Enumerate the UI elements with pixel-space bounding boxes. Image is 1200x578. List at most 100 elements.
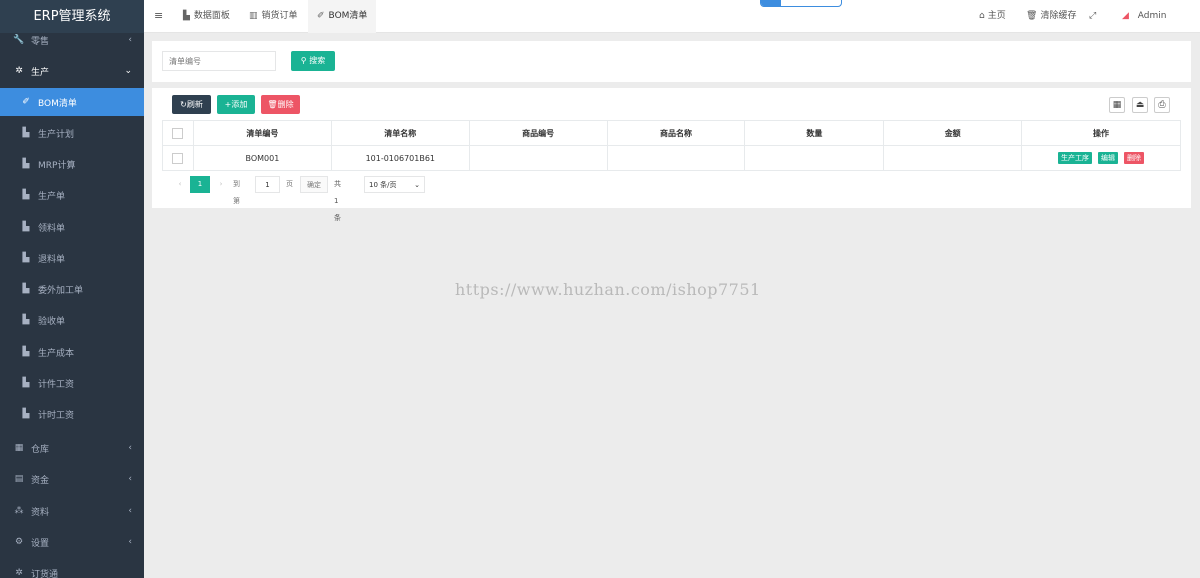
chevron-left-icon: ‹ — [128, 506, 132, 516]
tab-label: 数据面板 — [193, 11, 230, 21]
sidebar-item[interactable]: ▙ 生产成本 — [0, 338, 144, 366]
cell-name: 101-0106701B61 — [330, 145, 470, 171]
tab-sales-orders[interactable]: ▥ 销货订单 — [240, 0, 307, 33]
sidebar-item-label: 计件工资 — [38, 379, 75, 390]
top-indicator — [760, 0, 842, 7]
fullscreen-button[interactable]: ⤢ — [1089, 0, 1099, 33]
sidebar-item[interactable]: ▙ 生产计划 — [0, 119, 144, 147]
area-chart-icon: ▙ — [22, 128, 30, 138]
sidebar-item[interactable]: ✐ BOM清单 — [0, 88, 144, 116]
sidebar-item[interactable]: ▙ 计时工资 — [0, 400, 144, 428]
cell-amount — [883, 145, 1023, 171]
sidebar-item-label: 资料 — [31, 507, 50, 518]
edit-button[interactable]: 编辑 — [1098, 152, 1119, 164]
sidebar-item[interactable]: ▦ 仓库 ‹ — [0, 434, 144, 462]
sidebar-item-label: 订货通 — [31, 569, 59, 578]
wrench-icon: 🔧 — [13, 35, 25, 45]
area-chart-icon: ▙ — [22, 347, 30, 357]
column-header[interactable]: 清单名称 — [330, 120, 470, 146]
production-process-button[interactable]: 生产工序 — [1058, 152, 1093, 164]
select-all-checkbox[interactable] — [172, 127, 184, 139]
next-page-button[interactable]: › — [213, 176, 229, 193]
column-header[interactable]: 商品编号 — [468, 120, 608, 146]
home-label: 主页 — [987, 11, 1006, 21]
user-menu[interactable]: ◢ Admin — [1122, 0, 1166, 33]
add-label: 添加 — [231, 100, 248, 109]
sidebar-item[interactable]: ▙ 领料单 — [0, 213, 144, 241]
sidebar-item[interactable]: ▙ 退料单 — [0, 244, 144, 272]
sidebar-item-label: 领料单 — [38, 223, 66, 234]
sidebar-item[interactable]: ⚙ 设置 ‹ — [0, 528, 144, 556]
refresh-label: 刷新 — [186, 100, 203, 109]
area-chart-icon: ▙ — [22, 409, 30, 419]
area-chart-icon: ▙ — [22, 222, 30, 232]
sidebar-item[interactable]: ▙ 验收单 — [0, 306, 144, 334]
sidebar-item[interactable]: ▤ 资金 ‹ — [0, 465, 144, 493]
print-icon: ⎙ — [1158, 100, 1166, 110]
total-count: 共 1 条 — [334, 180, 341, 222]
search-button[interactable]: ⚲ 搜索 — [291, 51, 335, 71]
user-name: Admin — [1137, 11, 1167, 21]
column-header[interactable]: 数量 — [744, 120, 885, 146]
search-button-label: 搜索 — [309, 56, 326, 65]
add-button[interactable]: +添加 — [217, 95, 255, 114]
row-select-cell[interactable] — [162, 145, 194, 171]
sidebar-item-label: 验收单 — [38, 316, 66, 327]
delete-button[interactable]: 🗑删除 — [261, 95, 300, 114]
search-icon: ⚲ — [300, 56, 307, 65]
page-size-select[interactable]: 10 条/页 ⌄ — [364, 176, 425, 193]
sidebar-item[interactable]: ▙ 委外加工单 — [0, 275, 144, 303]
prev-page-button[interactable]: ‹ — [172, 176, 188, 193]
home-link[interactable]: ⌂ 主页 — [979, 0, 1006, 33]
eraser-icon: ✐ — [317, 11, 325, 21]
column-header[interactable]: 商品名称 — [606, 120, 746, 146]
select-all-cell[interactable] — [162, 120, 194, 146]
area-chart-icon: ▙ — [22, 159, 30, 169]
sidebar-item[interactable]: ▙ MRP计算 — [0, 150, 144, 178]
columns-toggle-button[interactable]: ▦ — [1109, 97, 1125, 113]
current-page-button[interactable]: 1 — [190, 176, 210, 193]
columns-icon: ▦ — [1112, 100, 1122, 110]
area-chart-icon: ▙ — [22, 378, 30, 388]
sidebar-item-label: MRP计算 — [38, 160, 76, 171]
export-button[interactable]: ⏏ — [1132, 97, 1148, 113]
search-input[interactable] — [162, 51, 276, 71]
sidebar-item[interactable]: 🔧 零售 ‹ — [0, 26, 144, 54]
sidebar-item[interactable]: ✲ 订货通 — [0, 559, 144, 578]
refresh-icon: ↻ — [180, 100, 187, 109]
print-button[interactable]: ⎙ — [1154, 97, 1170, 113]
refresh-button[interactable]: ↻刷新 — [172, 95, 211, 114]
sidebar-item[interactable]: ⁂ 资料 ‹ — [0, 497, 144, 525]
clear-cache-button[interactable]: 🗑 清除缓存 — [1026, 0, 1076, 33]
column-header[interactable]: 金额 — [883, 120, 1023, 146]
chevron-left-icon: ‹ — [128, 35, 132, 45]
tab-bom-list[interactable]: ✐ BOM清单 — [308, 0, 377, 33]
menu-toggle-icon[interactable]: ≡ — [154, 9, 163, 22]
row-delete-button[interactable]: 删除 — [1124, 152, 1145, 164]
cell-qty — [744, 145, 885, 171]
page-unit-label: 页 — [286, 180, 293, 188]
tab-dashboard[interactable]: ▙ 数据面板 — [174, 0, 239, 33]
sidebar-item[interactable]: ▙ 计件工资 — [0, 369, 144, 397]
column-header[interactable]: 清单编号 — [192, 120, 332, 146]
page-number-input[interactable]: 1 — [255, 176, 280, 193]
row-checkbox[interactable] — [172, 152, 184, 164]
user-icon: ◢ — [1122, 11, 1129, 21]
sidebar-item-label: 生产单 — [38, 191, 66, 202]
goto-label: 到第 — [233, 180, 240, 205]
building-icon: ▦ — [14, 443, 24, 453]
table-row[interactable]: BOM001 101-0106701B61 生产工序 编辑 删除 — [162, 145, 1181, 171]
home-icon: ⌂ — [979, 11, 985, 21]
tab-label: 销货订单 — [261, 11, 298, 21]
sitemap-icon: ⁂ — [14, 506, 24, 516]
sidebar-item[interactable]: ▙ 生产单 — [0, 181, 144, 209]
sidebar-item-label: 计时工资 — [38, 410, 75, 421]
bar-chart-icon: ▥ — [249, 11, 258, 21]
goto-confirm-button[interactable]: 确定 — [300, 176, 328, 193]
eraser-icon: ✐ — [22, 97, 30, 107]
trash-icon: 🗑 — [1026, 11, 1038, 21]
fullscreen-icon: ⤢ — [1089, 11, 1097, 21]
sidebar-item[interactable]: ✲ 生产 ⌄ — [0, 57, 144, 85]
delete-label: 删除 — [277, 100, 294, 109]
gears-icon: ⚙ — [14, 537, 24, 547]
